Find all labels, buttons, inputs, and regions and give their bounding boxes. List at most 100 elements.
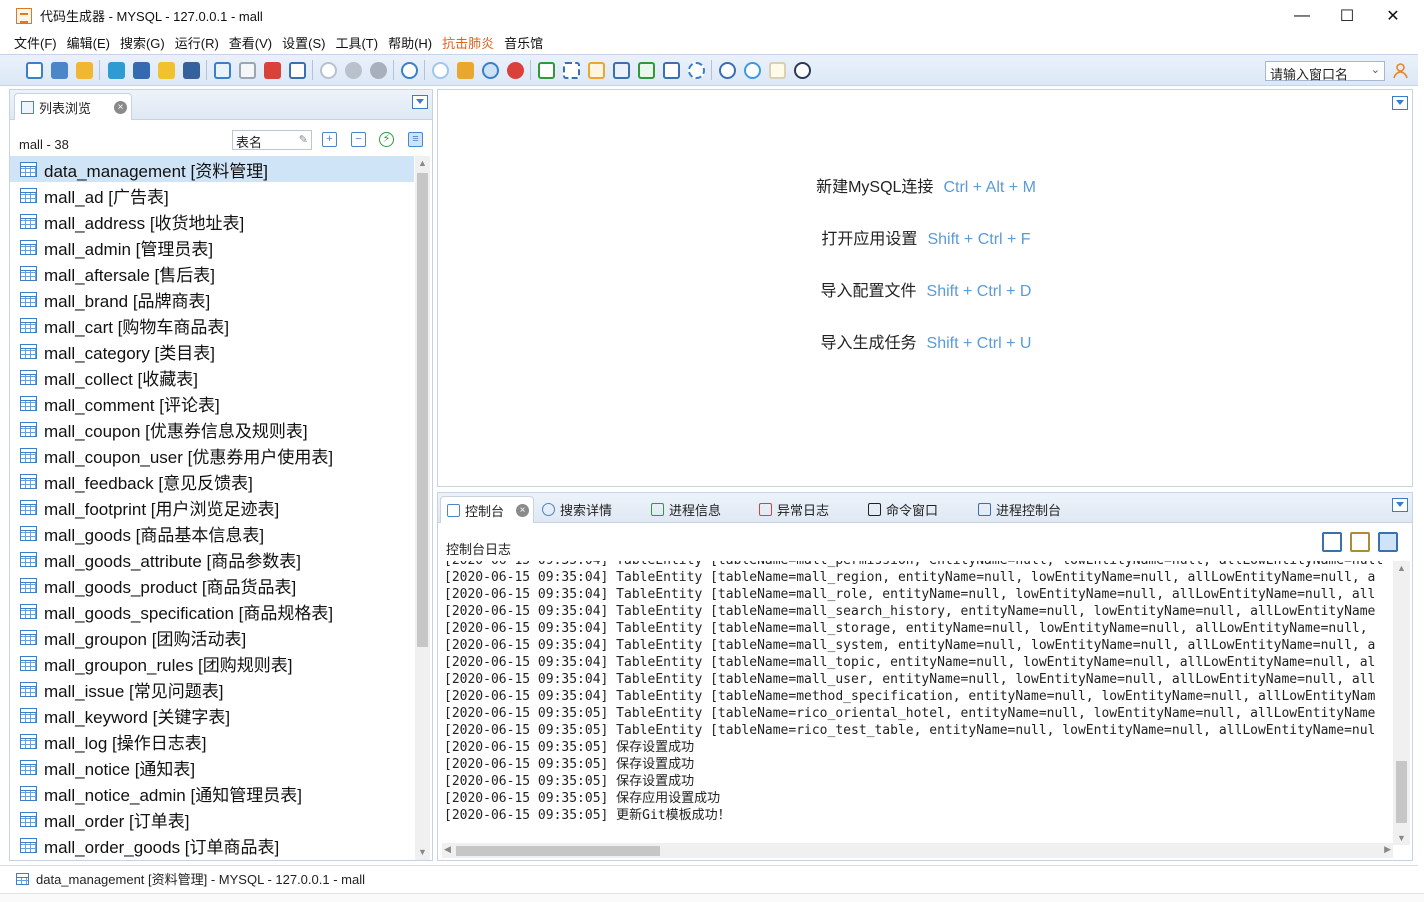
- table-row[interactable]: mall_log [操作日志表]: [10, 728, 414, 754]
- capture-icon[interactable]: [563, 62, 580, 79]
- table-row[interactable]: mall_cart [购物车商品表]: [10, 312, 414, 338]
- scrollbar-thumb[interactable]: [456, 846, 660, 856]
- folder-icon[interactable]: [76, 62, 93, 79]
- tab-process-console[interactable]: 进程控制台: [972, 496, 1061, 523]
- console-log[interactable]: [2020-06-15 09:35:04] TableEntity [table…: [438, 561, 1393, 843]
- shortcut-import-task[interactable]: 导入生成任务 Shift + Ctrl + U: [438, 329, 1414, 353]
- scroll-up-icon[interactable]: ▲: [1397, 563, 1406, 573]
- open-folder-icon[interactable]: [51, 62, 68, 79]
- table-row[interactable]: mall_category [类目表]: [10, 338, 414, 364]
- table-row[interactable]: mall_keyword [关键字表]: [10, 702, 414, 728]
- stack-icon[interactable]: [457, 62, 474, 79]
- table-row[interactable]: mall_address [收货地址表]: [10, 208, 414, 234]
- table-row[interactable]: mall_admin [管理员表]: [10, 234, 414, 260]
- table-row[interactable]: mall_order [订单表]: [10, 806, 414, 832]
- scroll-left-icon[interactable]: ◀: [444, 844, 451, 855]
- table-row[interactable]: mall_goods_attribute [商品参数表]: [10, 546, 414, 572]
- table-row[interactable]: mall_ad [广告表]: [10, 182, 414, 208]
- config-icon[interactable]: [688, 62, 705, 79]
- minimize-button[interactable]: —: [1279, 0, 1325, 31]
- scroll-down-icon[interactable]: ▼: [415, 845, 430, 860]
- table-list-scrollbar[interactable]: ▲ ▼: [415, 156, 430, 860]
- window-name-select[interactable]: 请输入窗口名 ⌄: [1265, 61, 1385, 82]
- maximize-button[interactable]: ☐: [1324, 0, 1370, 31]
- close-icon[interactable]: ×: [114, 101, 127, 114]
- table-row[interactable]: mall_issue [常见问题表]: [10, 676, 414, 702]
- log-vertical-scrollbar[interactable]: ▲ ▼: [1393, 561, 1410, 845]
- menu-run[interactable]: 运行(R): [170, 33, 224, 52]
- broom-icon[interactable]: [289, 62, 306, 79]
- tab-console[interactable]: 控制台 ×: [440, 496, 534, 523]
- grid-icon[interactable]: [638, 62, 655, 79]
- menu-help[interactable]: 帮助(H): [383, 33, 437, 52]
- lock-scroll-icon[interactable]: [1350, 532, 1370, 552]
- log-horizontal-scrollbar[interactable]: ◀ ▶: [442, 843, 1393, 858]
- database-settings-icon[interactable]: [183, 62, 200, 79]
- menu-settings[interactable]: 设置(S): [277, 33, 330, 52]
- table-row[interactable]: mall_order_goods [订单商品表]: [10, 832, 414, 858]
- menu-fight-pneumonia[interactable]: 抗击肺炎: [437, 33, 499, 52]
- edit-icon[interactable]: [769, 62, 786, 79]
- close-icon[interactable]: ×: [516, 504, 529, 517]
- stop-icon[interactable]: [370, 62, 387, 79]
- tab-list-browser[interactable]: 列表浏览 ×: [14, 93, 132, 120]
- text-format-icon[interactable]: [538, 62, 555, 79]
- user-icon[interactable]: [1392, 62, 1409, 79]
- table-row[interactable]: mall_goods_specification [商品规格表]: [10, 598, 414, 624]
- delete-icon[interactable]: [264, 62, 281, 79]
- menu-tools[interactable]: 工具(T): [330, 33, 383, 52]
- tab-search-details[interactable]: 搜索详情: [536, 496, 612, 523]
- upload-icon[interactable]: [744, 62, 761, 79]
- shortcut-import-config[interactable]: 导入配置文件 Shift + Ctrl + D: [438, 277, 1414, 301]
- table-row[interactable]: mall_brand [品牌商表]: [10, 286, 414, 312]
- database-search-icon[interactable]: [133, 62, 150, 79]
- list-view-button[interactable]: ≡: [408, 132, 423, 147]
- panel-menu-button[interactable]: [1392, 96, 1408, 110]
- shortcut-new-connection[interactable]: 新建MySQL连接 Ctrl + Alt + M: [438, 173, 1414, 197]
- tab-command-window[interactable]: 命令窗口: [862, 496, 938, 523]
- table-row[interactable]: mall_notice_admin [通知管理员表]: [10, 780, 414, 806]
- menu-view[interactable]: 查看(V): [224, 33, 277, 52]
- gear-icon[interactable]: [432, 62, 449, 79]
- table-row[interactable]: mall_coupon_user [优惠券用户使用表]: [10, 442, 414, 468]
- table-row[interactable]: mall_comment [评论表]: [10, 390, 414, 416]
- crop-icon[interactable]: [588, 62, 605, 79]
- scroll-right-icon[interactable]: ▶: [1384, 844, 1391, 855]
- table-row[interactable]: mall_goods_product [商品货品表]: [10, 572, 414, 598]
- eye-icon[interactable]: [401, 62, 418, 79]
- table-row[interactable]: mall_footprint [用户浏览足迹表]: [10, 494, 414, 520]
- scroll-up-icon[interactable]: ▲: [415, 156, 430, 171]
- table-row[interactable]: mall_feedback [意见反馈表]: [10, 468, 414, 494]
- info-icon[interactable]: [794, 62, 811, 79]
- database-icon[interactable]: [108, 62, 125, 79]
- table-filter-input[interactable]: 表名 ✎: [232, 130, 312, 150]
- font-size-icon[interactable]: [663, 62, 680, 79]
- menu-music[interactable]: 音乐馆: [499, 33, 548, 52]
- expand-all-button[interactable]: +: [322, 132, 337, 147]
- play-icon[interactable]: [320, 62, 337, 79]
- clear-console-icon[interactable]: [1322, 532, 1342, 552]
- table-row[interactable]: mall_collect [收藏表]: [10, 364, 414, 390]
- panel-menu-button[interactable]: [412, 95, 428, 109]
- shortcut-app-settings[interactable]: 打开应用设置 Shift + Ctrl + F: [438, 225, 1414, 249]
- tab-exception-log[interactable]: 异常日志: [753, 496, 829, 523]
- pause-icon[interactable]: [345, 62, 362, 79]
- help-icon[interactable]: [719, 62, 736, 79]
- table-row[interactable]: data_management [资料管理]: [10, 156, 414, 182]
- new-connection-icon[interactable]: [26, 62, 43, 79]
- settings-gear-icon[interactable]: [507, 62, 524, 79]
- panel-menu-button[interactable]: [1392, 498, 1408, 512]
- refresh-button[interactable]: ⚡: [379, 132, 394, 147]
- menu-file[interactable]: 文件(F): [9, 33, 62, 52]
- word-wrap-icon[interactable]: [1378, 532, 1398, 552]
- menu-edit[interactable]: 编辑(E): [62, 33, 115, 52]
- database-export-icon[interactable]: [158, 62, 175, 79]
- scrollbar-thumb[interactable]: [1396, 761, 1407, 823]
- collapse-all-button[interactable]: −: [351, 132, 366, 147]
- table-row[interactable]: mall_coupon [优惠券信息及规则表]: [10, 416, 414, 442]
- close-button[interactable]: ✕: [1370, 0, 1416, 31]
- document-icon[interactable]: [239, 62, 256, 79]
- table-row[interactable]: mall_notice [通知表]: [10, 754, 414, 780]
- tab-process-info[interactable]: 进程信息: [645, 496, 721, 523]
- table-row[interactable]: mall_groupon [团购活动表]: [10, 624, 414, 650]
